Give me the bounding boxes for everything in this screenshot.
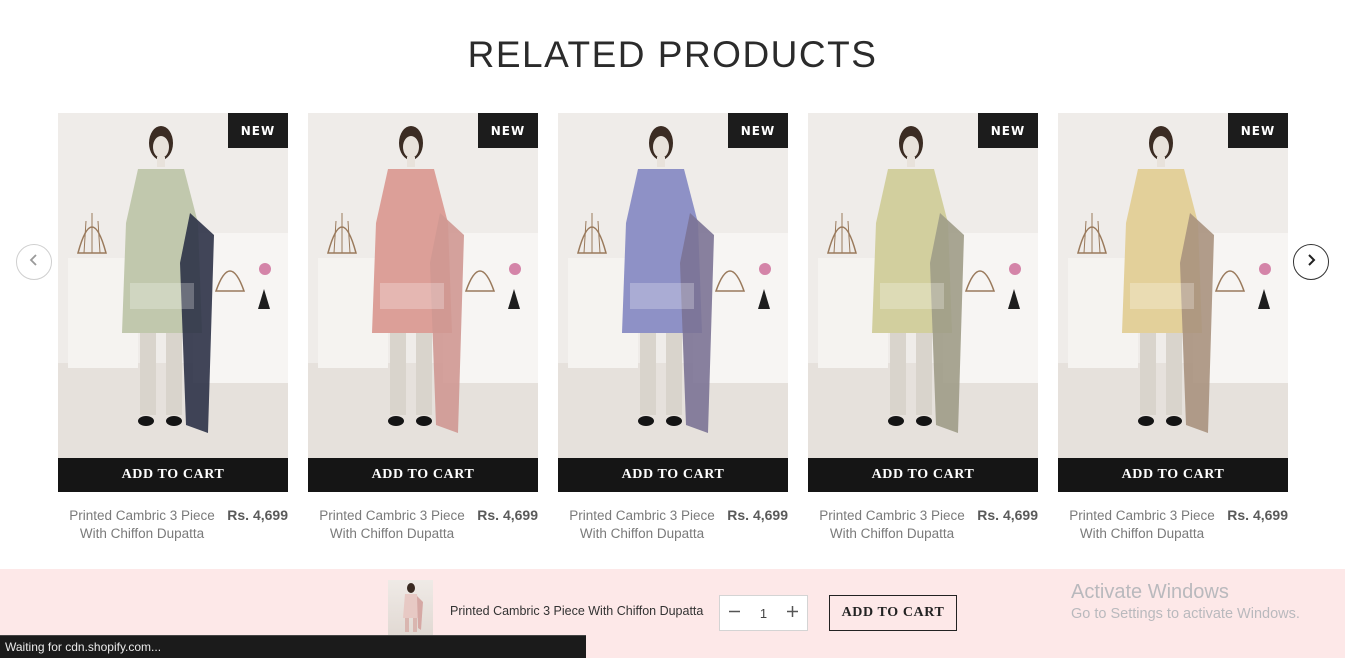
carousel-prev-button[interactable] <box>16 244 52 280</box>
product-image[interactable]: NEW <box>558 113 788 458</box>
sticky-add-to-cart-button[interactable]: ADD TO CART <box>829 595 957 631</box>
quantity-increase-button[interactable] <box>778 596 807 630</box>
chevron-left-icon <box>28 253 40 271</box>
product-image[interactable]: NEW <box>58 113 288 458</box>
product-card[interactable]: NEW ADD TO CART Printed Cambric 3 Piece Wi… <box>558 113 788 553</box>
product-card[interactable]: NEW ADD TO CART Printed Cambric 3 Piece Wi… <box>1058 113 1288 553</box>
product-title-link[interactable]: Printed Cambric 3 Piece With Chiffon Dup… <box>58 507 226 543</box>
product-card[interactable]: NEW ADD TO CART Printed Cambric 3 Piece Wi… <box>308 113 538 553</box>
product-card[interactable]: NEW ADD TO CART Printed Cambric 3 Piece Wi… <box>58 113 288 553</box>
watermark-subtitle: Go to Settings to activate Windows. <box>1071 606 1300 622</box>
product-price: Rs. 4,699 <box>227 507 288 523</box>
sticky-product-thumbnail <box>388 580 433 636</box>
add-to-cart-button[interactable]: ADD TO CART <box>58 458 288 492</box>
watermark-title: Activate Windows <box>1071 581 1229 603</box>
product-image[interactable]: NEW <box>1058 113 1288 458</box>
product-card[interactable]: NEW ADD TO CART Printed Cambric 3 Piece Wi… <box>808 113 1038 553</box>
new-badge: NEW <box>978 113 1038 148</box>
add-to-cart-button[interactable]: ADD TO CART <box>808 458 1038 492</box>
quantity-input[interactable] <box>749 605 778 621</box>
add-to-cart-button[interactable]: ADD TO CART <box>558 458 788 492</box>
product-image[interactable]: NEW <box>808 113 1038 458</box>
new-badge: NEW <box>478 113 538 148</box>
product-title-link[interactable]: Printed Cambric 3 Piece With Chiffon Dup… <box>808 507 976 543</box>
chevron-right-icon <box>1305 253 1317 271</box>
product-price: Rs. 4,699 <box>1227 507 1288 523</box>
new-badge: NEW <box>1228 113 1288 148</box>
new-badge: NEW <box>728 113 788 148</box>
quantity-decrease-button[interactable] <box>720 596 749 630</box>
quantity-stepper[interactable] <box>719 595 808 631</box>
windows-activation-watermark: Activate Windows Go to Settings to activ… <box>1071 581 1300 624</box>
product-title-link[interactable]: Printed Cambric 3 Piece With Chiffon Dup… <box>308 507 476 543</box>
product-price: Rs. 4,699 <box>477 507 538 523</box>
product-title-link[interactable]: Printed Cambric 3 Piece With Chiffon Dup… <box>558 507 726 543</box>
product-image[interactable]: NEW <box>308 113 538 458</box>
add-to-cart-button[interactable]: ADD TO CART <box>1058 458 1288 492</box>
add-to-cart-button[interactable]: ADD TO CART <box>308 458 538 492</box>
minus-icon <box>729 604 740 622</box>
section-title: RELATED PRODUCTS <box>467 34 878 75</box>
product-price: Rs. 4,699 <box>977 507 1038 523</box>
carousel-next-button[interactable] <box>1293 244 1329 280</box>
new-badge: NEW <box>228 113 288 148</box>
plus-icon <box>787 604 798 622</box>
product-title-link[interactable]: Printed Cambric 3 Piece With Chiffon Dup… <box>1058 507 1226 543</box>
product-price: Rs. 4,699 <box>727 507 788 523</box>
browser-status-bar: Waiting for cdn.shopify.com... <box>0 635 586 658</box>
sticky-product-name: Printed Cambric 3 Piece With Chiffon Dup… <box>450 604 704 618</box>
